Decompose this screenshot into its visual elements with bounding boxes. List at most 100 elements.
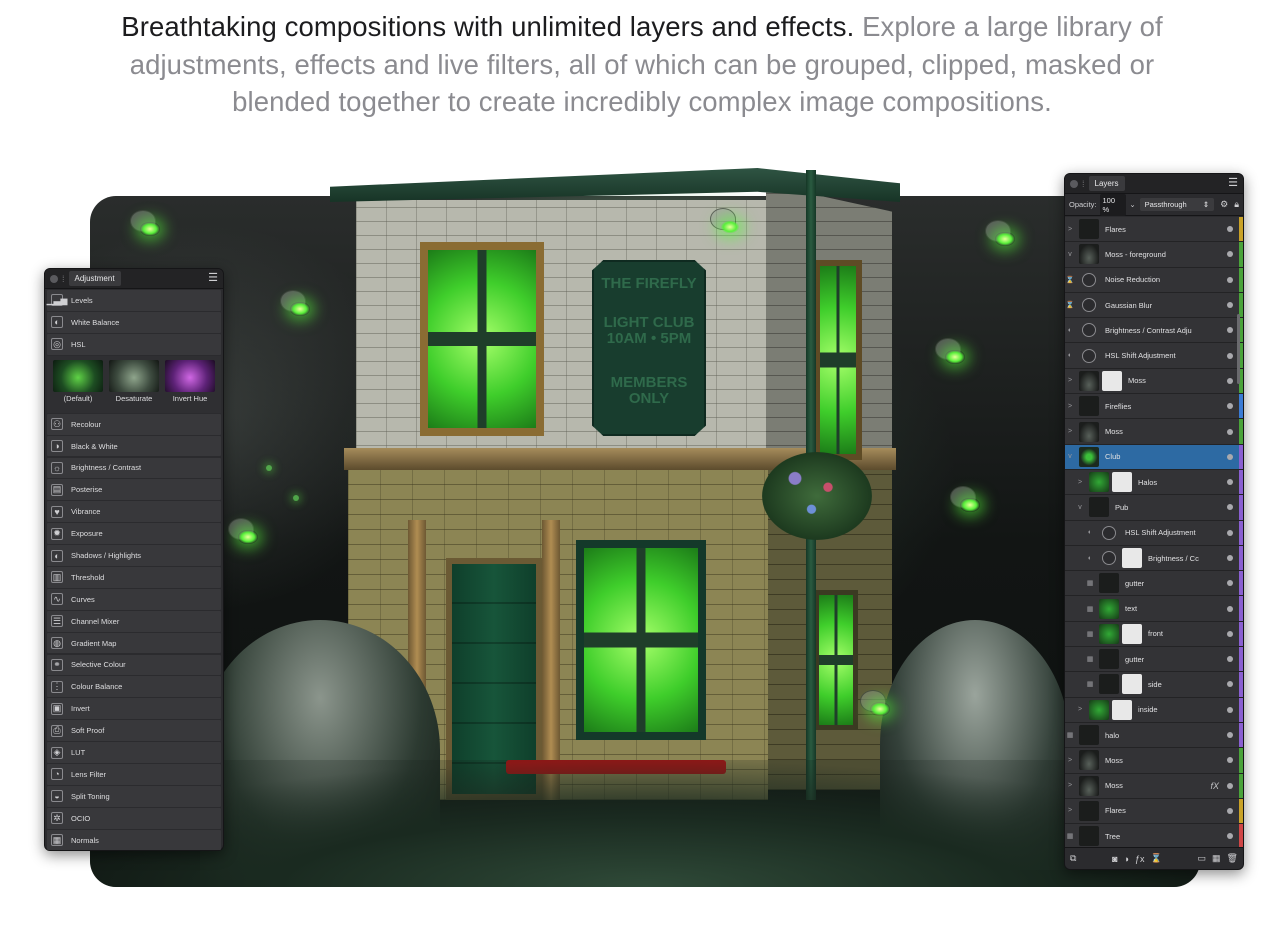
trash-icon[interactable]: 🗑︎ — [1227, 853, 1238, 864]
layer-row[interactable]: ◐ HSL Shift Adjustment — [1065, 343, 1243, 369]
layer-expand-toggle[interactable]: > — [1065, 757, 1075, 764]
visibility-toggle[interactable] — [1227, 656, 1233, 663]
adjustment-item[interactable]: ◒ Split Toning — [47, 785, 221, 807]
adjustment-item[interactable]: ▁▃▅ Levels — [47, 290, 221, 311]
adjustment-item[interactable]: ∿ Curves — [47, 588, 221, 610]
adjustment-item[interactable]: ◐ Shadows / Highlights — [47, 545, 221, 566]
fx-icon[interactable]: ƒx — [1135, 854, 1145, 864]
adjustment-item[interactable]: ✲ OCIO — [47, 807, 221, 829]
layer-row[interactable]: > inside — [1065, 697, 1243, 723]
adjustment-item[interactable]: ☰ Channel Mixer — [47, 610, 221, 632]
visibility-toggle[interactable] — [1227, 605, 1233, 612]
visibility-toggle[interactable] — [1227, 403, 1233, 410]
layers-scrollbar[interactable] — [1237, 314, 1240, 384]
layer-row[interactable]: ◐ Brightness / Cc — [1065, 545, 1243, 572]
visibility-toggle[interactable] — [1227, 529, 1233, 536]
adjustment-item[interactable]: ◔ Lens Filter — [47, 764, 221, 785]
lock-icon[interactable]: 🔒︎ — [1234, 199, 1239, 210]
layer-expand-toggle[interactable]: > — [1065, 403, 1075, 410]
layer-row[interactable]: > Halos — [1065, 469, 1243, 496]
layer-row[interactable]: > Fireflies — [1065, 394, 1243, 420]
visibility-toggle[interactable] — [1227, 453, 1233, 460]
layer-row[interactable]: > Moss — [1065, 368, 1243, 395]
layer-row[interactable]: ▦ Tree — [1065, 824, 1243, 850]
adjustment-item[interactable]: ▣ Invert — [47, 698, 221, 720]
layer-row[interactable]: > Moss — [1065, 748, 1243, 774]
live-filter-icon[interactable]: ⌛ — [1151, 853, 1162, 864]
layer-expand-toggle[interactable]: ◐ — [1085, 529, 1095, 536]
visibility-toggle[interactable] — [1227, 732, 1233, 739]
layer-expand-toggle[interactable]: ▦ — [1085, 630, 1095, 638]
panel-close-icon[interactable] — [50, 274, 58, 283]
adjustment-item[interactable]: ⎙ Soft Proof — [47, 720, 221, 742]
layer-expand-toggle[interactable]: ▦ — [1085, 655, 1095, 663]
copy-icon[interactable]: ⧉ — [1070, 853, 1076, 864]
visibility-toggle[interactable] — [1227, 555, 1233, 561]
drag-grip-icon[interactable]: ⁞ — [62, 274, 65, 284]
layer-row[interactable]: ▦ gutter — [1065, 571, 1243, 597]
layer-row[interactable]: v Moss - foreground — [1065, 242, 1243, 268]
layer-expand-toggle[interactable]: ◐ — [1065, 352, 1075, 359]
layer-expand-toggle[interactable]: ⌛ — [1065, 276, 1075, 284]
adjustment-item[interactable]: ✹ Exposure — [47, 523, 221, 545]
visibility-toggle[interactable] — [1227, 377, 1233, 384]
layer-expand-toggle[interactable]: ▦ — [1065, 731, 1075, 739]
visibility-toggle[interactable] — [1227, 757, 1233, 764]
tab-layers[interactable]: Layers — [1088, 176, 1125, 191]
layer-expand-toggle[interactable]: > — [1075, 479, 1085, 486]
layer-expand-toggle[interactable]: > — [1065, 377, 1075, 384]
panel-menu-icon[interactable]: ☰ — [1228, 178, 1238, 189]
adjustment-item[interactable]: ◈ LUT — [47, 742, 221, 763]
layer-expand-toggle[interactable]: > — [1075, 706, 1085, 713]
visibility-toggle[interactable] — [1227, 479, 1233, 486]
layer-row[interactable]: > Flares — [1065, 217, 1243, 243]
adjustment-item[interactable]: ▤ Posterise — [47, 479, 221, 501]
layer-row[interactable]: ◐ Brightness / Contrast Adju — [1065, 318, 1243, 344]
visibility-toggle[interactable] — [1227, 630, 1233, 637]
layer-row[interactable]: ⌛ Gaussian Blur — [1065, 292, 1243, 319]
layer-row[interactable]: ▦ gutter — [1065, 647, 1243, 673]
tab-adjustment[interactable]: Adjustment — [68, 271, 121, 286]
adjustment-item[interactable]: ⚭ Selective Colour — [47, 654, 221, 676]
layer-row[interactable]: ⌛ Noise Reduction — [1065, 267, 1243, 293]
opacity-dropdown-icon[interactable]: ⌄ — [1129, 200, 1135, 209]
pixel-layer-icon[interactable]: ▦ — [1212, 853, 1221, 864]
visibility-toggle[interactable] — [1227, 226, 1233, 233]
layer-row[interactable]: > Moss fX — [1065, 773, 1243, 799]
adjustment-item[interactable]: ▦ Normals — [47, 829, 221, 851]
layer-expand-toggle[interactable]: > — [1065, 782, 1075, 789]
layer-row[interactable]: ▦ halo — [1065, 722, 1243, 749]
adjustment-item[interactable]: ☼ Brightness / Contrast — [47, 457, 221, 479]
adjustment-item[interactable]: ⚇ Recolour — [47, 413, 221, 435]
adjustment-icon[interactable]: ◑ — [1124, 854, 1129, 864]
visibility-toggle[interactable] — [1227, 504, 1233, 511]
layer-expand-toggle[interactable]: ◐ — [1065, 327, 1075, 334]
layer-row[interactable]: ▦ text — [1065, 596, 1243, 622]
visibility-toggle[interactable] — [1227, 681, 1233, 688]
layer-row[interactable]: ◐ HSL Shift Adjustment — [1065, 520, 1243, 546]
visibility-toggle[interactable] — [1227, 706, 1233, 713]
layer-expand-toggle[interactable]: > — [1065, 807, 1075, 814]
hsl-preset[interactable]: Invert Hue — [165, 359, 215, 413]
layer-expand-toggle[interactable]: > — [1065, 226, 1075, 233]
fx-icon[interactable]: fX — [1210, 781, 1219, 791]
visibility-toggle[interactable] — [1227, 807, 1233, 814]
layer-expand-toggle[interactable]: ▦ — [1085, 680, 1095, 688]
visibility-toggle[interactable] — [1227, 833, 1233, 840]
adjustment-item[interactable]: ◍ Gradient Map — [47, 632, 221, 654]
visibility-toggle[interactable] — [1227, 302, 1233, 309]
layer-expand-toggle[interactable]: > — [1065, 428, 1075, 435]
adjustment-item[interactable]: ◑ Black & White — [47, 435, 221, 457]
layer-expand-toggle[interactable]: ◐ — [1085, 555, 1095, 562]
adjustment-item[interactable]: ▥ Threshold — [47, 567, 221, 588]
layer-expand-toggle[interactable]: ▦ — [1085, 605, 1095, 613]
opacity-input[interactable]: 100 % — [1099, 193, 1127, 216]
visibility-toggle[interactable] — [1227, 782, 1233, 789]
layer-expand-toggle[interactable]: v — [1075, 504, 1085, 511]
layer-row[interactable]: ▦ front — [1065, 621, 1243, 648]
visibility-toggle[interactable] — [1227, 580, 1233, 587]
adjustment-item[interactable]: ◐ White Balance — [47, 311, 221, 333]
adjustment-item[interactable]: ♥ Vibrance — [47, 501, 221, 523]
visibility-toggle[interactable] — [1227, 352, 1233, 359]
adjustment-item[interactable]: ⋮ Colour Balance — [47, 676, 221, 698]
